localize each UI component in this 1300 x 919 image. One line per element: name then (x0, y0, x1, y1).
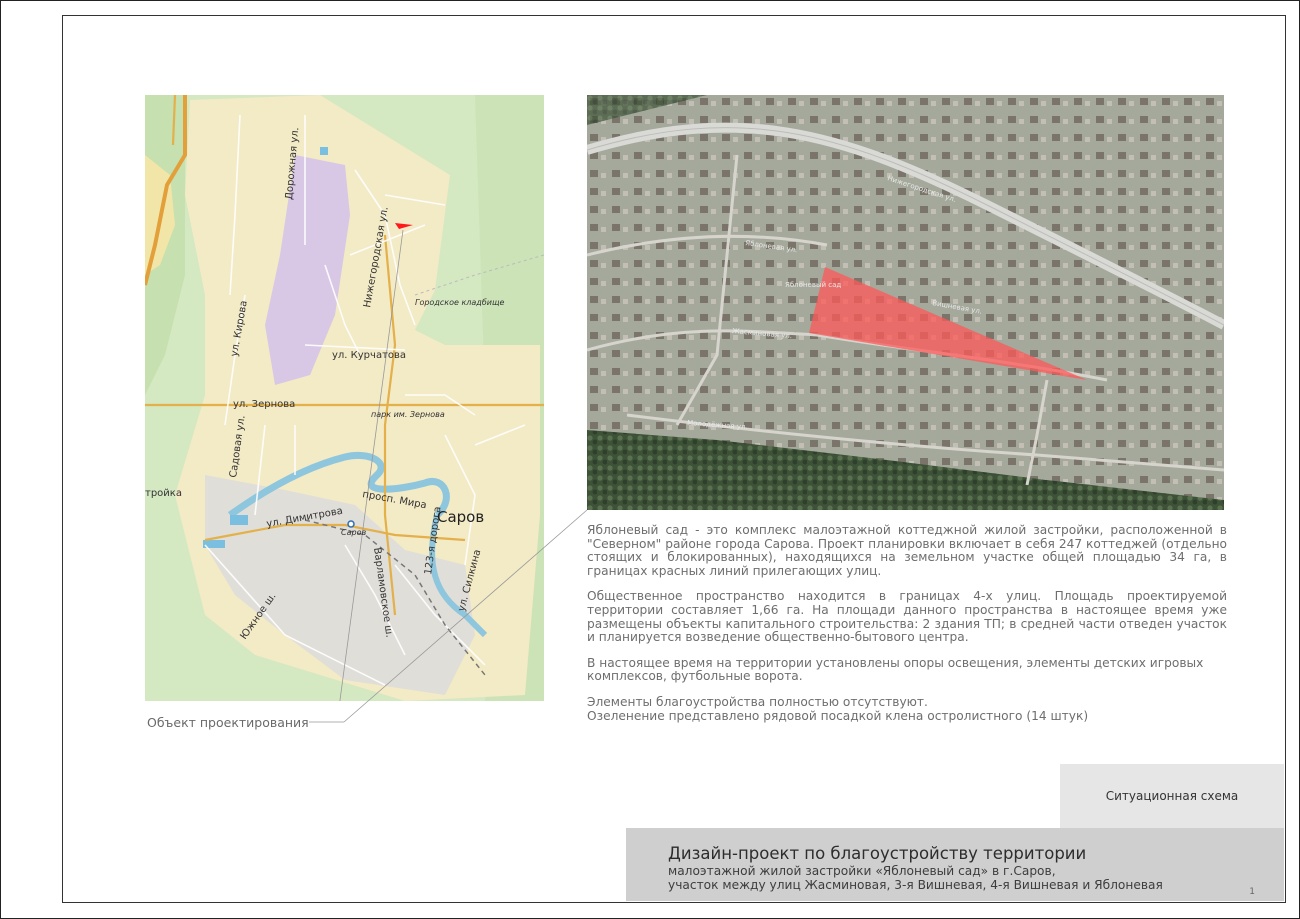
project-title: Дизайн-проект по благоустройству террито… (668, 844, 1087, 863)
description-line: Элементы благоустройства полностью отсут… (587, 694, 928, 709)
object-label: Объект проектирования (147, 715, 309, 730)
description-text: Яблоневый сад - это комплекс малоэтажной… (587, 523, 1227, 723)
aerial-photo: Нижегородская ул. Яблоневая ул. Жасминов… (587, 95, 1224, 510)
aerial-street-label: Яблоневый сад (785, 281, 841, 289)
description-paragraph: В настоящее время на территории установл… (587, 655, 1204, 684)
page-number: 1 (1249, 887, 1255, 897)
situation-label: Ситуационная схема (1105, 789, 1239, 803)
subtitle-line: малоэтажной жилой застройки «Яблоневый с… (668, 864, 1056, 878)
project-subtitle: малоэтажной жилой застройки «Яблоневый с… (668, 864, 1163, 892)
street-label: ул. Зернова (233, 399, 295, 410)
description-paragraph: Общественное пространство находится в гр… (587, 589, 1227, 645)
title-block: Дизайн-проект по благоустройству террито… (626, 828, 1284, 901)
edge-place-label: тройка (145, 488, 182, 499)
subtitle-line: участок между улиц Жасминовая, 3-я Вишне… (668, 877, 1163, 892)
description-paragraph: Яблоневый сад - это комплекс малоэтажной… (587, 523, 1227, 578)
street-label: ул. Курчатова (332, 350, 406, 361)
cemetery-label: Городское кладбище (415, 298, 504, 307)
park-label: парк им. Зернова (371, 410, 445, 419)
situation-box: Ситуационная схема (1060, 764, 1284, 828)
station-label: Саров (341, 528, 366, 537)
city-label: Саров (437, 508, 484, 526)
description-line: Озеленение представлено рядовой посадкой… (587, 708, 1089, 723)
city-map: Дорожная ул. Нижегородская ул. ул. Киров… (145, 95, 544, 701)
station-icon (347, 520, 355, 528)
